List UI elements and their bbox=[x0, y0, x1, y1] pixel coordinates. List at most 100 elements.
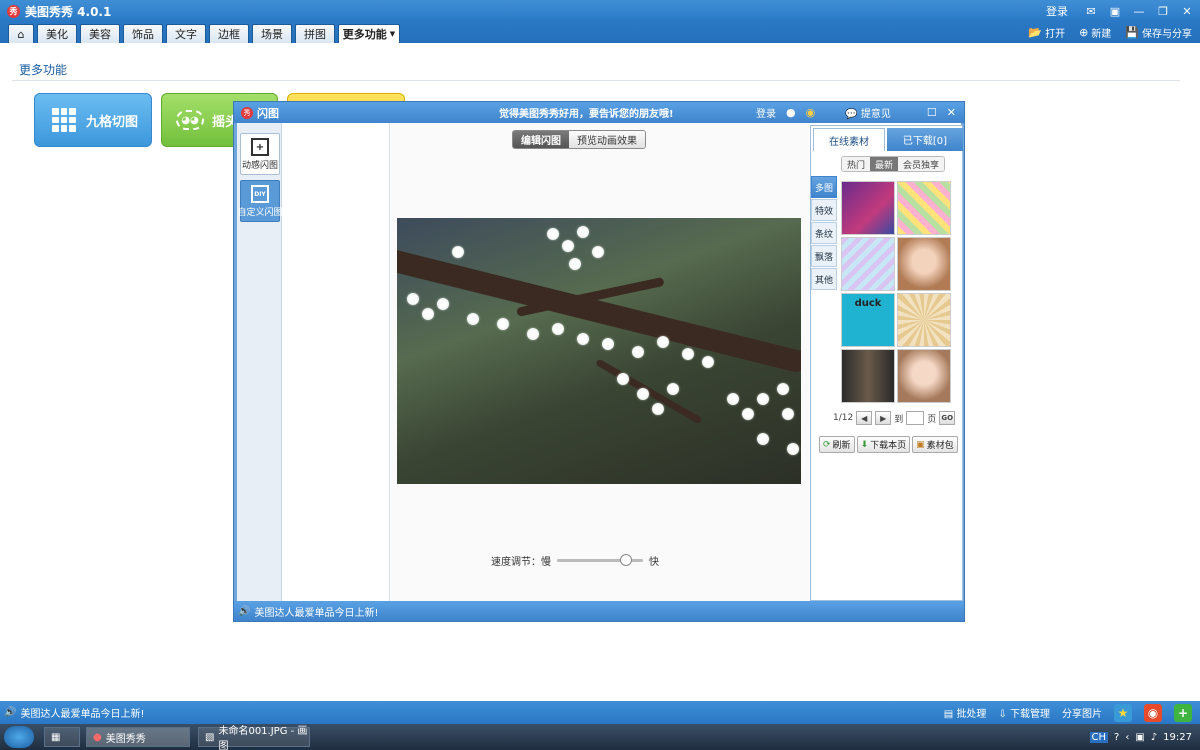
restore-button[interactable]: ❐ bbox=[1156, 4, 1170, 18]
taskbar-app-icon[interactable]: ▦ bbox=[44, 727, 80, 747]
category-multi[interactable]: 多图 bbox=[811, 176, 837, 198]
blossom bbox=[602, 338, 614, 350]
preview-animation-tab[interactable]: 预览动画效果 bbox=[569, 131, 645, 148]
taskbar-paint[interactable]: ▧ 未命名001.JPG - 画图 bbox=[198, 726, 310, 750]
plus-icon[interactable]: + bbox=[1174, 703, 1192, 722]
minimize-button[interactable]: — bbox=[1132, 4, 1146, 18]
skin-icon[interactable]: ▣ bbox=[1108, 4, 1122, 18]
new-label: 新建 bbox=[1091, 29, 1112, 40]
prev-page-button[interactable]: ◀ bbox=[856, 411, 873, 425]
tab-scenes[interactable]: 场景 bbox=[252, 24, 292, 43]
blossom bbox=[637, 388, 649, 400]
open-button[interactable]: 📂 打开 bbox=[1028, 25, 1065, 40]
material-thumb[interactable]: duck bbox=[841, 293, 895, 347]
qq-icon[interactable]: ● bbox=[786, 106, 796, 119]
save-share-button[interactable]: 💾 保存与分享 bbox=[1125, 25, 1192, 40]
speed-fast-label: 快 bbox=[649, 557, 659, 568]
next-page-button[interactable]: ▶ bbox=[875, 411, 892, 425]
tab-more-label: 更多功能 bbox=[342, 28, 387, 41]
material-thumb[interactable] bbox=[897, 293, 951, 347]
download-page-button[interactable]: ⬇ 下载本页 bbox=[856, 436, 911, 453]
dialog-status-text[interactable]: 美图达人最爱单品今日上新! bbox=[254, 604, 378, 619]
network-icon[interactable]: ▣ bbox=[1135, 732, 1144, 743]
material-thumb[interactable] bbox=[897, 181, 951, 235]
edit-flash-tab[interactable]: 编辑闪图 bbox=[513, 131, 569, 148]
grid-icon bbox=[52, 108, 76, 132]
feedback-button[interactable]: 💬 提意见 bbox=[845, 105, 891, 120]
tab-makeup[interactable]: 美容 bbox=[80, 24, 120, 43]
share-image-button[interactable]: 分享图片 bbox=[1062, 705, 1102, 720]
tab-collage[interactable]: 拼图 bbox=[295, 24, 335, 43]
tab-downloaded[interactable]: 已下载[0] bbox=[887, 128, 963, 151]
filter-hot[interactable]: 热门 bbox=[842, 157, 871, 171]
frames-column bbox=[283, 123, 390, 601]
page-number-input[interactable] bbox=[906, 411, 925, 425]
taskbar-meitu-label: 美图秀秀 bbox=[105, 733, 146, 745]
dialog-slogan: 觉得美图秀秀好用，要告诉您的朋友哦! bbox=[499, 109, 674, 120]
download-manager-button[interactable]: ⇩ 下载管理 bbox=[998, 705, 1050, 720]
weibo-icon[interactable]: ◉ bbox=[806, 106, 816, 119]
tab-home[interactable]: ⌂ bbox=[8, 24, 34, 43]
mode-strip: + 动感闪图 DIY 自定义闪图 bbox=[237, 123, 283, 601]
meitu-task-icon: ● bbox=[93, 731, 102, 743]
status-text[interactable]: 美图达人最爱单品今日上新! bbox=[20, 705, 144, 720]
mode-toggle: 编辑闪图 预览动画效果 bbox=[512, 130, 646, 149]
dialog-maximize-button[interactable]: ☐ bbox=[927, 106, 937, 119]
dialog-close-button[interactable]: ✕ bbox=[947, 106, 956, 119]
volume-icon[interactable]: ♪ bbox=[1151, 732, 1157, 743]
help-icon[interactable]: ? bbox=[1114, 732, 1119, 743]
tab-text[interactable]: 文字 bbox=[166, 24, 206, 43]
tab-beautify[interactable]: 美化 bbox=[37, 24, 77, 43]
filter-newest[interactable]: 最新 bbox=[870, 157, 899, 171]
material-thumb[interactable] bbox=[841, 237, 895, 291]
material-thumb[interactable] bbox=[841, 181, 895, 235]
tab-frames[interactable]: 边框 bbox=[209, 24, 249, 43]
category-effects[interactable]: 特效 bbox=[811, 199, 837, 221]
tray-expand-icon[interactable]: ‹ bbox=[1125, 732, 1129, 743]
clock[interactable]: 19:27 bbox=[1163, 732, 1192, 743]
custom-flash-button[interactable]: DIY 自定义闪图 bbox=[237, 180, 283, 222]
category-falling[interactable]: 飘落 bbox=[811, 245, 837, 267]
speed-slider-handle[interactable] bbox=[619, 554, 632, 566]
taskbar-meitu[interactable]: ● 美图秀秀 bbox=[86, 727, 190, 747]
folder-icon: 📂 bbox=[1028, 26, 1043, 39]
nine-grid-button[interactable]: 九格切图 bbox=[34, 93, 152, 147]
batch-button[interactable]: ▤ 批处理 bbox=[944, 705, 987, 720]
blossom bbox=[569, 258, 581, 270]
start-button[interactable] bbox=[4, 726, 34, 748]
blossom bbox=[782, 408, 794, 420]
preview-photo bbox=[397, 218, 801, 484]
material-pack-button[interactable]: ▣ 素材包 bbox=[912, 436, 958, 453]
blossom bbox=[552, 323, 564, 335]
material-thumb[interactable] bbox=[897, 237, 951, 291]
refresh-label: 刷新 bbox=[832, 441, 851, 451]
dialog-title: 闪图 bbox=[257, 106, 279, 120]
tab-accessories[interactable]: 饰品 bbox=[123, 24, 163, 43]
custom-flash-label: 自定义闪图 bbox=[237, 208, 283, 218]
close-button[interactable]: ✕ bbox=[1180, 4, 1194, 18]
tab-online-materials[interactable]: 在线素材 bbox=[813, 128, 885, 151]
refresh-button[interactable]: ⟳ 刷新 bbox=[819, 436, 855, 453]
category-stripes[interactable]: 条纹 bbox=[811, 222, 837, 244]
go-button[interactable]: GO bbox=[939, 411, 956, 425]
new-button[interactable]: ⊕ 新建 bbox=[1079, 25, 1111, 40]
blossom bbox=[667, 383, 679, 395]
message-icon[interactable]: ✉ bbox=[1084, 4, 1098, 18]
dialog-login-link[interactable]: 登录 bbox=[756, 105, 776, 120]
blossom bbox=[777, 383, 789, 395]
filter-vip[interactable]: 会员独享 bbox=[898, 157, 945, 171]
material-thumb[interactable] bbox=[897, 349, 951, 403]
refresh-icon: ⟳ bbox=[823, 439, 831, 450]
speed-slider[interactable] bbox=[557, 554, 643, 566]
input-method-indicator[interactable]: CH bbox=[1089, 731, 1109, 743]
star-icon[interactable]: ★ bbox=[1114, 703, 1132, 722]
blossom bbox=[617, 373, 629, 385]
category-other[interactable]: 其他 bbox=[811, 268, 837, 290]
weibo-share-icon[interactable]: ◉ bbox=[1144, 703, 1162, 722]
login-link[interactable]: 登录 bbox=[1046, 3, 1068, 19]
tab-more-features[interactable]: 更多功能 ▼ bbox=[338, 24, 400, 43]
dynamic-flash-button[interactable]: + 动感闪图 bbox=[240, 133, 280, 175]
section-title: 更多功能 bbox=[19, 63, 68, 77]
flash-image-dialog: 秀 闪图 觉得美图秀秀好用，要告诉您的朋友哦! 登录 ● ◉ 💬 提意见 ☐ ✕… bbox=[233, 101, 965, 622]
material-thumb[interactable] bbox=[841, 349, 895, 403]
